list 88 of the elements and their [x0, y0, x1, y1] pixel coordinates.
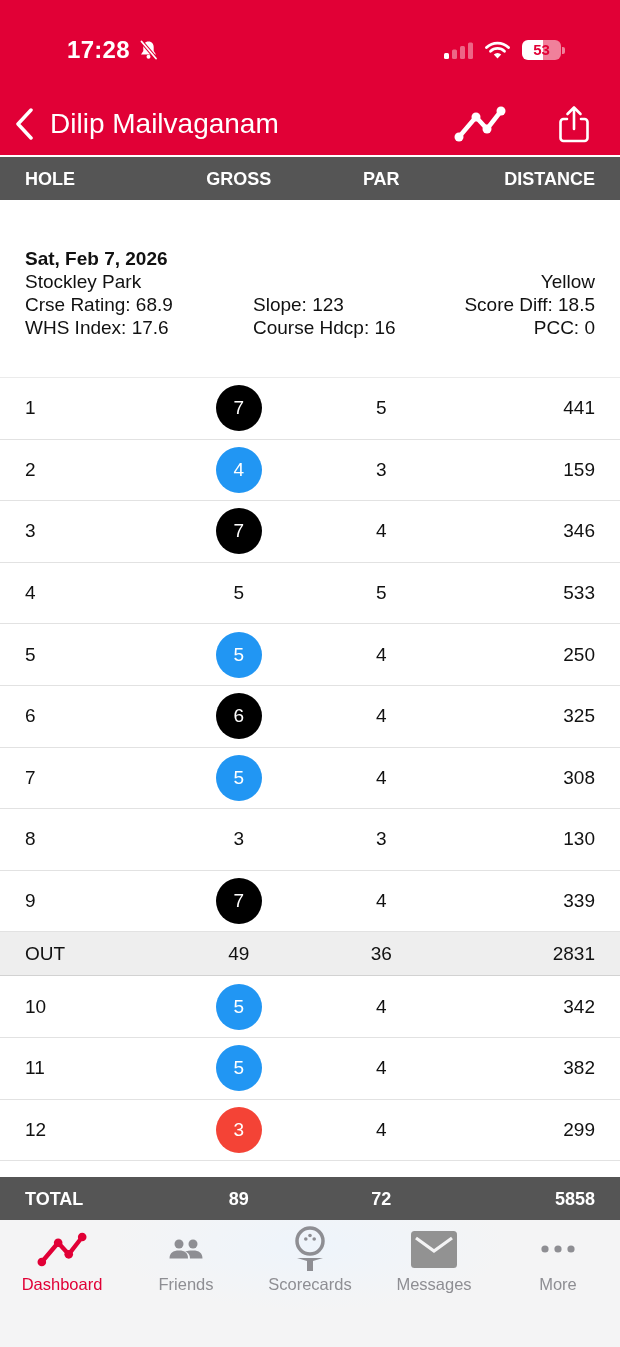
score-circle: 5: [215, 754, 262, 801]
round-stat: Crse Rating: 68.9: [25, 293, 173, 316]
score-circle: 4: [215, 446, 262, 493]
distance-value: 325: [563, 704, 595, 729]
distance-value: 159: [563, 457, 595, 482]
distance-value: 339: [563, 889, 595, 914]
hole-number: 3: [25, 519, 36, 544]
round-stat: Slope: 123: [253, 293, 344, 316]
column-header: GROSS: [206, 167, 272, 191]
par-value: 4: [375, 1117, 387, 1142]
par-total: 72: [371, 1187, 392, 1211]
trend-line-icon[interactable]: [37, 1231, 87, 1267]
par-value: 4: [375, 519, 387, 544]
round-stat: WHS Index: 17.6: [25, 316, 169, 339]
distance-value: 342: [563, 994, 595, 1019]
column-header: DISTANCE: [504, 167, 595, 191]
distance-value: 382: [563, 1056, 595, 1081]
back-icon[interactable]: [15, 107, 33, 140]
more-icon[interactable]: [541, 1245, 575, 1254]
row-label: OUT: [25, 941, 66, 966]
tab-item[interactable]: Friends: [158, 1224, 214, 1295]
bell-slash-icon: [138, 40, 158, 60]
status-time: 17:28: [67, 36, 130, 64]
round-stat: Score Diff: 18.5: [464, 293, 595, 316]
golf-ball-on-tee-icon[interactable]: [293, 1226, 327, 1273]
distance-value: 533: [563, 581, 595, 606]
score-circle: 3: [215, 1106, 262, 1153]
share-icon[interactable]: [557, 104, 591, 143]
trend-line-icon[interactable]: [454, 105, 506, 142]
par-value: 4: [375, 704, 387, 729]
score-circle: 5: [215, 983, 262, 1030]
par-value: 5: [375, 396, 387, 421]
round-stat: PCC: 0: [533, 316, 595, 339]
distance-value: 299: [563, 1117, 595, 1142]
battery-indicator: 53: [522, 40, 565, 60]
par-value: 4: [375, 765, 387, 790]
hole-number: 7: [25, 765, 36, 790]
tab-item[interactable]: Dashboard: [21, 1224, 103, 1295]
par-total: 36: [370, 941, 392, 966]
score-circle: 5: [215, 631, 262, 678]
people-icon[interactable]: [169, 1239, 203, 1260]
hole-number: 4: [25, 581, 36, 606]
par-value: 3: [375, 827, 387, 852]
score-circle: 6: [215, 693, 262, 740]
par-value: 3: [375, 457, 387, 482]
row-label: TOTAL: [25, 1187, 84, 1211]
tab-item[interactable]: Messages: [396, 1224, 472, 1295]
score-circle: 7: [215, 878, 262, 925]
gross-score: 5: [233, 581, 245, 606]
hole-number: 1: [25, 396, 36, 421]
signal-icon: [444, 41, 473, 59]
tab-item[interactable]: More: [539, 1224, 577, 1295]
par-value: 4: [375, 994, 387, 1019]
score-circle: 5: [215, 1045, 262, 1092]
distance-value: 130: [563, 827, 595, 852]
player-name: Dilip Mailvaganam: [50, 106, 279, 141]
distance-value: 441: [563, 396, 595, 421]
tab-item[interactable]: Scorecards: [268, 1224, 352, 1295]
par-value: 4: [375, 642, 387, 667]
gross-total: 89: [228, 1187, 249, 1211]
hole-number: 6: [25, 704, 36, 729]
distance-value: 250: [563, 642, 595, 667]
round-stat: Course Hdcp: 16: [253, 316, 396, 339]
score-circle: 7: [215, 508, 262, 555]
gross-total: 49: [228, 941, 250, 966]
envelope-icon[interactable]: [411, 1230, 457, 1268]
hole-number: 5: [25, 642, 36, 667]
distance-total: 5858: [554, 1187, 595, 1211]
gross-score: 3: [233, 827, 245, 852]
distance-value: 308: [563, 765, 595, 790]
hole-number: 9: [25, 889, 36, 914]
hole-number: 12: [25, 1117, 47, 1142]
wifi-icon: [485, 41, 510, 59]
hole-number: 8: [25, 827, 36, 852]
course-name: Stockley Park: [25, 270, 142, 293]
score-circle: 7: [215, 385, 262, 432]
distance-total: 2831: [552, 941, 595, 966]
column-header: PAR: [362, 167, 400, 191]
hole-number: 11: [25, 1056, 45, 1081]
round-date: Sat, Feb 7, 2026: [25, 247, 169, 270]
column-header: HOLE: [25, 167, 75, 191]
par-value: 5: [375, 581, 387, 606]
hole-number: 2: [25, 457, 36, 482]
par-value: 4: [375, 1056, 387, 1081]
tee-name: Yellow: [540, 270, 595, 293]
hole-number: 10: [25, 994, 47, 1019]
distance-value: 346: [563, 519, 595, 544]
par-value: 4: [375, 889, 387, 914]
